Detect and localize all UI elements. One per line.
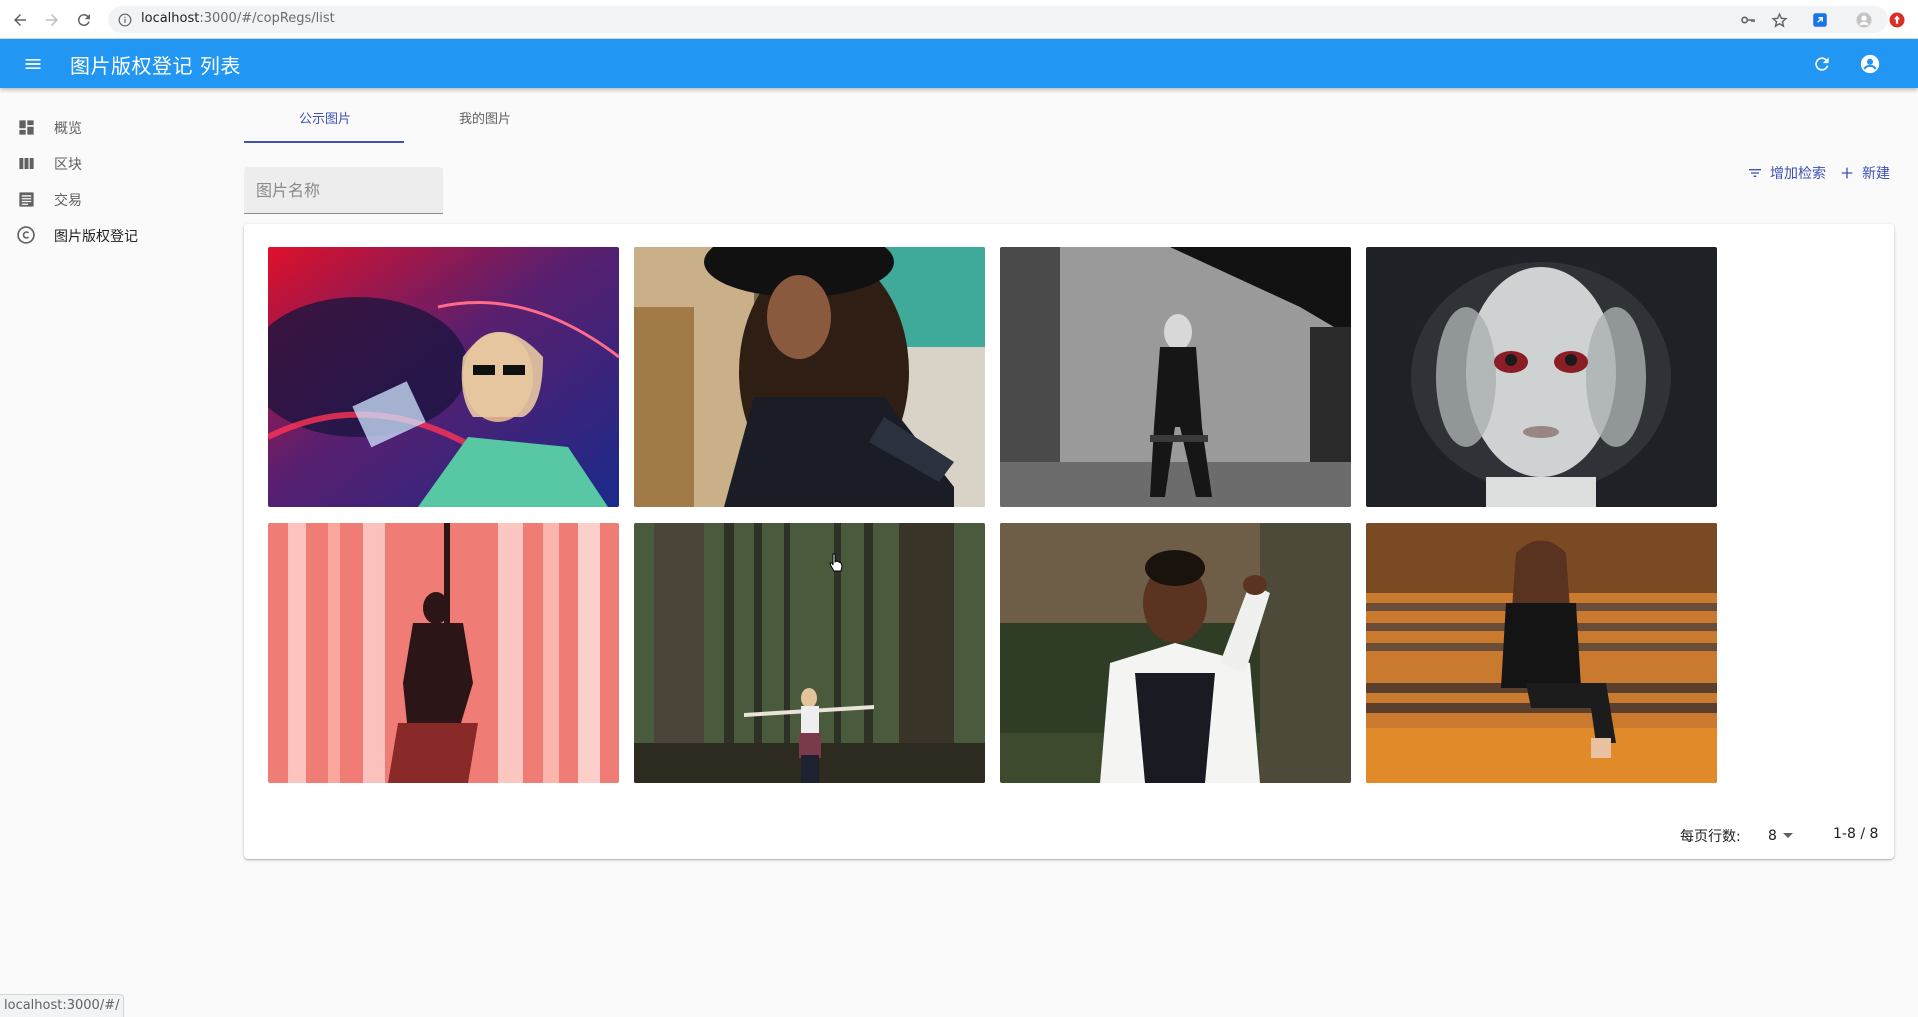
rows-per-page-value: 8 — [1768, 828, 1777, 844]
account-circle-icon[interactable] — [1857, 51, 1883, 77]
gallery-image-red-silhouette[interactable] — [268, 523, 619, 783]
gallery-image-mirrored-face[interactable] — [1366, 247, 1717, 507]
sidebar-item-blocks[interactable]: 区块 — [0, 146, 220, 180]
sidebar-item-overview[interactable]: 概览 — [0, 110, 220, 144]
sidebar-item-copyright[interactable]: 图片版权登记 — [0, 218, 220, 252]
url-text: localhost:3000/#/copRegs/list — [141, 11, 335, 26]
browser-toolbar: localhost:3000/#/copRegs/list — [0, 0, 1918, 39]
gallery-image-autumn-bench[interactable] — [1366, 523, 1717, 783]
info-icon[interactable] — [118, 12, 132, 27]
rows-per-page-label: 每页行数: — [1680, 829, 1741, 845]
status-url: localhost:3000/#/ — [0, 994, 125, 1017]
add-filter-label: 增加检索 — [1770, 166, 1826, 182]
sidebar-item-label: 区块 — [54, 157, 82, 173]
update-icon[interactable] — [1886, 9, 1908, 31]
gallery-image-curly-hair-hat[interactable] — [634, 247, 985, 507]
menu-icon[interactable] — [20, 51, 46, 77]
sidebar-item-label: 图片版权登记 — [54, 229, 138, 245]
add-icon — [1838, 164, 1856, 182]
create-button[interactable]: 新建 — [1838, 163, 1890, 183]
tab-public-images[interactable]: 公示图片 — [244, 104, 406, 144]
image-gallery — [244, 224, 1894, 859]
key-icon[interactable] — [1737, 9, 1759, 31]
search-input[interactable] — [244, 167, 443, 213]
sidebar-item-label: 交易 — [54, 193, 82, 209]
gallery-image-neon-portrait[interactable] — [268, 247, 619, 507]
hand-cursor-icon — [828, 553, 844, 573]
app-bar: 图片版权登记 列表 — [0, 39, 1918, 88]
search-field — [244, 167, 443, 214]
page-range: 1-8 / 8 — [1833, 826, 1879, 842]
dashboard-icon — [16, 117, 36, 137]
gallery-image-forest-walk[interactable] — [634, 523, 985, 783]
list-icon — [16, 189, 36, 209]
back-icon[interactable] — [9, 9, 31, 31]
address-bar[interactable]: localhost:3000/#/copRegs/list — [108, 6, 1888, 33]
forward-icon[interactable] — [41, 9, 63, 31]
arrow-drop-down-icon — [1782, 828, 1793, 844]
copyright-icon — [16, 225, 36, 245]
extension-icon[interactable] — [1809, 9, 1831, 31]
url-path: :3000/#/copRegs/list — [199, 11, 335, 26]
gallery-image-white-fur-portrait[interactable] — [1000, 523, 1351, 783]
url-host: localhost — [141, 11, 200, 26]
gallery-image-studio-bw[interactable] — [1000, 247, 1351, 507]
view-column-icon — [16, 153, 36, 173]
reload-icon[interactable] — [73, 9, 95, 31]
sidebar-item-transactions[interactable]: 交易 — [0, 182, 220, 216]
refresh-icon[interactable] — [1809, 51, 1835, 77]
tab-indicator — [244, 141, 404, 143]
profile-icon[interactable] — [1853, 9, 1875, 31]
rows-per-page-select[interactable]: 8 — [1768, 826, 1804, 846]
star-icon[interactable] — [1768, 9, 1790, 31]
filter-list-icon — [1746, 164, 1764, 182]
page-title: 图片版权登记 列表 — [70, 54, 241, 78]
tab-my-images[interactable]: 我的图片 — [404, 104, 566, 144]
create-label: 新建 — [1862, 166, 1890, 182]
sidebar-item-label: 概览 — [54, 121, 82, 137]
add-filter-button[interactable]: 增加检索 — [1746, 163, 1826, 183]
